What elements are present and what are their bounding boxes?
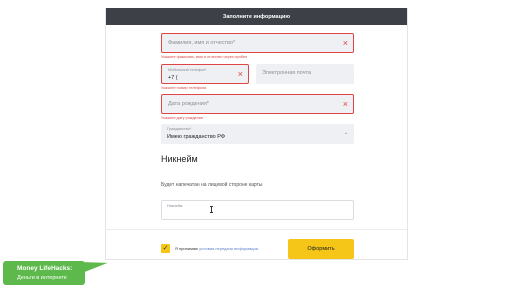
email-field[interactable]: Электронная почта xyxy=(256,64,354,84)
clear-phone-icon[interactable]: × xyxy=(238,69,243,79)
agreement-prefix: Я принимаю xyxy=(175,246,199,251)
nickname-helper-text: Будет напечатан на лицевой стороне карты xyxy=(161,182,263,188)
agreement-text: Я принимаю условия передачи информации xyxy=(175,246,258,251)
birthdate-field[interactable]: Дата рождения* × xyxy=(161,94,354,114)
text-cursor-icon xyxy=(210,206,213,213)
email-placeholder: Электронная почта xyxy=(262,70,312,76)
clear-full-name-icon[interactable]: × xyxy=(343,38,348,48)
agreement-checkbox[interactable]: ✓ xyxy=(161,244,170,253)
nickname-section-title: Никнейм xyxy=(161,154,198,164)
form-title: Заполните информацию xyxy=(222,13,291,20)
full-name-placeholder: Фамилия, имя и отчество* xyxy=(168,40,236,46)
full-name-error: Укажите фамилию, имя и отчество через пр… xyxy=(161,55,248,59)
watermark-badge: Money LifeHacks: Деньги в интернете xyxy=(3,261,85,285)
form-header: Заполните информацию xyxy=(106,8,407,25)
phone-label: Мобильный телефон* xyxy=(168,68,207,72)
chevron-down-icon: ⌄ xyxy=(343,130,348,136)
nickname-label: Никнейм xyxy=(167,204,183,208)
birthdate-placeholder: Дата рождения* xyxy=(168,101,209,107)
phone-field[interactable]: Мобильный телефон* +7 ( × xyxy=(161,64,249,84)
phone-value: +7 ( xyxy=(168,75,178,81)
badge-subtitle: Деньги в интернете xyxy=(17,275,67,281)
nickname-field[interactable]: Никнейм xyxy=(161,200,354,220)
submit-button[interactable]: Оформить xyxy=(288,239,354,259)
badge-title: Money LifeHacks: xyxy=(17,265,73,272)
checkmark-icon: ✓ xyxy=(162,245,169,252)
citizenship-value: Имею гражданство РФ xyxy=(167,134,226,140)
application-form-card: Заполните информацию Фамилия, имя и отче… xyxy=(105,8,408,260)
clear-birthdate-icon[interactable]: × xyxy=(343,99,348,109)
citizenship-label: Гражданство* xyxy=(167,127,192,131)
full-name-field[interactable]: Фамилия, имя и отчество* × xyxy=(161,33,354,53)
phone-error: Укажите номер телефона xyxy=(161,86,207,90)
agreement-link[interactable]: условия передачи информации xyxy=(199,246,258,251)
badge-pointer xyxy=(83,257,109,272)
divider xyxy=(106,229,407,230)
citizenship-select[interactable]: Гражданство* Имею гражданство РФ ⌄ xyxy=(161,124,354,144)
birthdate-error: Укажите дату рождения xyxy=(161,116,203,120)
